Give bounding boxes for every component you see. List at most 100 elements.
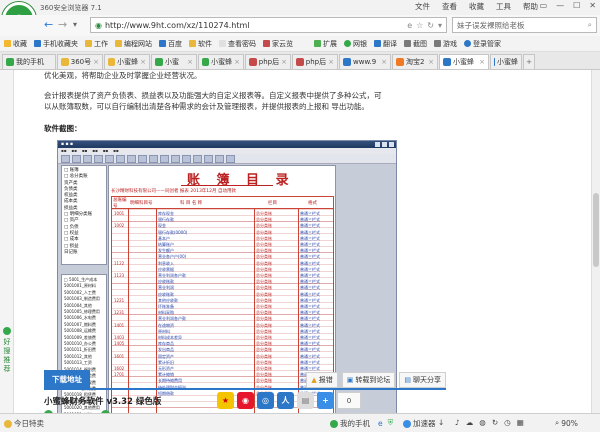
- weibo-share-icon[interactable]: ◉: [237, 392, 254, 409]
- chat-share-button[interactable]: ▤ 聊天分享: [399, 371, 446, 388]
- page-icon: [155, 58, 163, 66]
- forward-button[interactable]: →: [58, 18, 67, 31]
- chat-icon: ▤: [404, 375, 411, 384]
- address-bar[interactable]: ◉ http://www.9ht.com/xz/110274.html e ☆ …: [90, 17, 447, 33]
- menu-view[interactable]: 查看: [442, 1, 457, 12]
- tab-close-icon[interactable]: ×: [381, 58, 387, 66]
- tab-my-phone[interactable]: 我的手机: [2, 54, 56, 69]
- bookmark-baidu[interactable]: 百度: [159, 39, 182, 49]
- star-icon[interactable]: ☆: [416, 21, 423, 30]
- plus-share-icon[interactable]: +: [317, 392, 334, 409]
- tab-php-2[interactable]: php后 ×: [292, 54, 338, 69]
- extensions-button[interactable]: 扩展: [314, 39, 337, 49]
- maximize-icon[interactable]: ☐: [573, 1, 580, 10]
- tab-php-1[interactable]: php后 ×: [245, 54, 291, 69]
- shield-icon[interactable]: ⛨: [388, 418, 394, 428]
- tab-360[interactable]: 360号 ×: [57, 54, 103, 69]
- tab-close-icon[interactable]: ×: [479, 58, 485, 66]
- cloud-icon[interactable]: ☁: [466, 418, 474, 427]
- tab-close-icon[interactable]: ×: [187, 58, 193, 66]
- page-content: 优化美观，将帮助企业及时掌握企业经营状况。 会计报表提供了资产负债表、损益表以及…: [14, 70, 591, 413]
- back-button[interactable]: ←: [44, 18, 53, 31]
- minimize-icon[interactable]: —: [556, 1, 564, 10]
- close-icon[interactable]: ✕: [589, 1, 596, 10]
- bookmark-phone-favorites[interactable]: 手机收藏夹: [34, 39, 78, 49]
- daily-deals-button[interactable]: 今日特卖: [4, 418, 44, 429]
- login-manager-button[interactable]: 登录管家: [464, 39, 501, 49]
- scrollbar-thumb[interactable]: [593, 193, 599, 267]
- screenshot-tree-bottom: □ 5001_生产成本 5001001_原材料 5001002_人工费 5001…: [61, 274, 107, 413]
- rocket-icon: [403, 419, 411, 428]
- vertical-scrollbar[interactable]: [591, 70, 600, 413]
- status-bar: 今日特卖 我的手机 e ⛨ 加速器 ↓ ♪ ☁ ◍ ↻ ◷ ▦ ⌕ 90%: [0, 413, 600, 432]
- downloads-button[interactable]: ↓: [438, 418, 444, 427]
- tab-taobao[interactable]: 淘宝2 ×: [392, 54, 438, 69]
- forum-repost-button[interactable]: ▣ 转载到论坛: [341, 371, 396, 388]
- page-icon: [343, 58, 351, 66]
- ie-mode-icon[interactable]: e: [407, 21, 412, 30]
- renren-share-icon[interactable]: 人: [277, 392, 294, 409]
- software-title: 小蜜蜂财务软件 v3.32 绿色版: [44, 397, 162, 407]
- gamepad-icon: [434, 40, 441, 47]
- games-button[interactable]: 游戏: [434, 39, 457, 49]
- ie-icon[interactable]: e: [378, 419, 383, 428]
- clock-icon[interactable]: ◷: [504, 418, 511, 427]
- tab-close-icon[interactable]: ×: [140, 58, 146, 66]
- translate-button[interactable]: 翻译: [374, 39, 397, 49]
- history-dropdown-icon[interactable]: ▾: [73, 20, 77, 29]
- tree-node: 日记账: [64, 249, 78, 255]
- menu-favorites[interactable]: 收藏: [469, 1, 484, 12]
- tab-xiaomifeng-1[interactable]: 小蜜蜂 ×: [104, 54, 150, 69]
- recommend-label[interactable]: 好搜推荐: [1, 338, 13, 374]
- bookmark-software[interactable]: 软件: [189, 39, 212, 49]
- tab-close-icon[interactable]: ×: [428, 58, 434, 66]
- tab-strip: 我的手机 360号 × 小蜜蜂 × 小蜜 × 小蜜蜂 × php后 × php后 × www…: [0, 52, 600, 70]
- bookmark-password[interactable]: 查看密码: [219, 39, 256, 49]
- page-icon: [443, 58, 451, 66]
- url-text[interactable]: http://www.9ht.com/xz/110274.html: [105, 21, 250, 30]
- search-icon[interactable]: ⌕: [588, 20, 596, 30]
- tree-node: 5001003_制造费用: [64, 296, 100, 302]
- tab-xiaomifeng-2[interactable]: 小蜜蜂 ×: [198, 54, 244, 69]
- menu-help[interactable]: 帮助: [523, 1, 538, 12]
- recommend-icon[interactable]: [3, 327, 11, 335]
- sound-icon[interactable]: ♪: [455, 418, 460, 427]
- more-share-icon[interactable]: ▤: [297, 392, 314, 409]
- refresh-icon[interactable]: ↻: [492, 418, 498, 427]
- menu-file[interactable]: 文件: [415, 1, 430, 12]
- bookmark-cloud[interactable]: 家云览: [263, 39, 293, 49]
- page-icon: [296, 58, 304, 66]
- tab-xiaomi[interactable]: 小蜜 ×: [151, 54, 197, 69]
- qzone-share-icon[interactable]: ★: [217, 392, 234, 409]
- tab-9ht[interactable]: www.9 ×: [339, 54, 391, 69]
- tab-close-icon[interactable]: ×: [281, 58, 287, 66]
- search-box[interactable]: 妹子误发裸照给老板 ⌕: [452, 17, 597, 33]
- tab-xiaomifeng-active[interactable]: 小蜜蜂 ×: [439, 54, 489, 69]
- tab-close-icon[interactable]: ×: [328, 58, 334, 66]
- dropdown-icon[interactable]: ▾: [438, 21, 442, 30]
- zoom-level[interactable]: ⌕ 90%: [555, 418, 578, 428]
- tencent-weibo-share-icon[interactable]: ◎: [257, 392, 274, 409]
- tab-close-icon[interactable]: ×: [93, 58, 99, 66]
- phone-icon: [330, 419, 338, 428]
- new-tab-button[interactable]: +: [523, 54, 535, 69]
- ledger-subtitle: 长沙精财科技有限公司——同创者 报表 2013年12月 自动用款: [111, 189, 236, 194]
- report-error-button[interactable]: ▲ 报错: [306, 371, 338, 388]
- restore-icon[interactable]: ▭: [540, 1, 548, 10]
- navigation-bar: ← → ▾ ◉ http://www.9ht.com/xz/110274.htm…: [0, 15, 600, 36]
- grid-icon[interactable]: ▦: [517, 418, 524, 427]
- tab-close-icon[interactable]: ×: [234, 58, 240, 66]
- screenshot-button[interactable]: 截图: [404, 39, 427, 49]
- bookmark-work[interactable]: 工作: [85, 39, 108, 49]
- accelerator-button[interactable]: 加速器: [403, 418, 436, 429]
- refresh-icon[interactable]: ↻: [427, 21, 434, 30]
- search-input[interactable]: 妹子误发裸照给老板: [457, 20, 525, 31]
- bookmark-favorites[interactable]: 收藏: [4, 39, 27, 49]
- online-banking-button[interactable]: 网银: [344, 39, 367, 49]
- bookmark-programming[interactable]: 编程网站: [115, 39, 152, 49]
- my-phone-button[interactable]: 我的手机: [330, 418, 370, 429]
- tab-xiaomifeng-last[interactable]: 小蜜蜂: [490, 54, 522, 69]
- globe-icon[interactable]: ◍: [479, 418, 486, 427]
- menu-tools[interactable]: 工具: [496, 1, 511, 12]
- download-address-tab[interactable]: 下载地址: [44, 370, 90, 389]
